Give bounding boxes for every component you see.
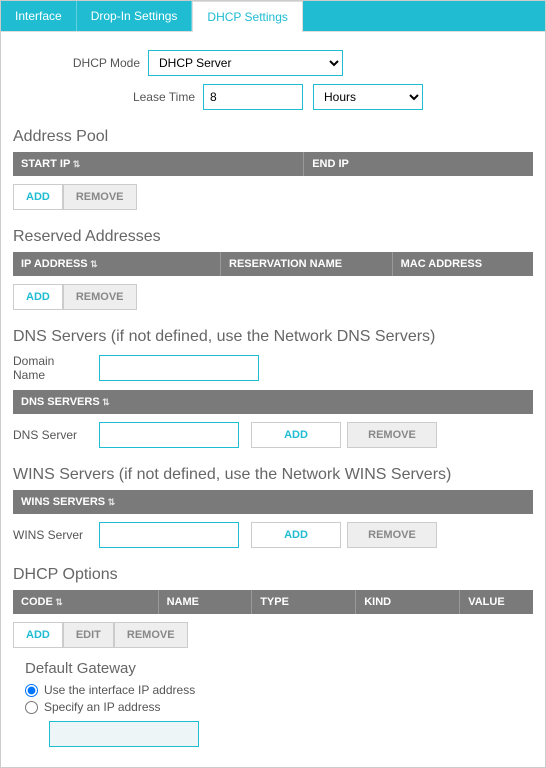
dns-add-button[interactable]: ADD <box>251 422 341 448</box>
options-header: CODE NAME TYPE KIND VALUE <box>13 590 533 614</box>
wins-servers-header-row: WINS SERVERS <box>13 490 533 514</box>
dns-servers-header-row: DNS SERVERS <box>13 390 533 414</box>
lease-time-unit-select[interactable]: Hours <box>313 84 423 110</box>
col-reservation-name: RESERVATION NAME <box>221 252 393 276</box>
options-edit-button[interactable]: EDIT <box>63 622 114 648</box>
lease-time-input[interactable] <box>203 84 303 110</box>
wins-server-label: WINS Server <box>13 528 93 542</box>
domain-name-label: Domain Name <box>13 354 93 382</box>
reserved-remove-button[interactable]: REMOVE <box>63 284 137 310</box>
gateway-specify-row[interactable]: Specify an IP address <box>25 700 533 714</box>
col-code[interactable]: CODE <box>13 590 159 614</box>
dns-remove-button[interactable]: REMOVE <box>347 422 437 448</box>
reserved-title: Reserved Addresses <box>13 228 533 246</box>
tab-dropin-settings[interactable]: Drop-In Settings <box>77 1 193 31</box>
gateway-use-interface-radio[interactable] <box>25 684 38 697</box>
dhcp-mode-select[interactable]: DHCP Server <box>148 50 343 76</box>
tab-interface[interactable]: Interface <box>1 1 77 31</box>
gateway-use-interface-row[interactable]: Use the interface IP address <box>25 683 533 697</box>
dns-server-label: DNS Server <box>13 428 93 442</box>
address-pool-title: Address Pool <box>13 128 533 146</box>
dhcp-mode-label: DHCP Mode <box>13 56 148 70</box>
address-pool-header: START IP END IP <box>13 152 533 176</box>
gateway-specify-radio[interactable] <box>25 701 38 714</box>
domain-name-input[interactable] <box>99 355 259 381</box>
dhcp-options-title: DHCP Options <box>13 566 533 584</box>
address-pool-remove-button[interactable]: REMOVE <box>63 184 137 210</box>
default-gateway-title: Default Gateway <box>25 660 533 677</box>
options-add-button[interactable]: ADD <box>13 622 63 648</box>
dns-title: DNS Servers (if not defined, use the Net… <box>13 328 533 346</box>
content-area: DHCP Mode DHCP Server Lease Time Hours A… <box>1 32 545 767</box>
reserved-header: IP ADDRESS RESERVATION NAME MAC ADDRESS <box>13 252 533 276</box>
col-kind: KIND <box>356 590 460 614</box>
col-ip-address[interactable]: IP ADDRESS <box>13 252 221 276</box>
tab-dhcp-settings[interactable]: DHCP Settings <box>192 1 302 32</box>
col-value: VALUE <box>460 590 533 614</box>
lease-time-label: Lease Time <box>123 90 203 104</box>
col-mac-address: MAC ADDRESS <box>393 252 533 276</box>
dns-server-input[interactable] <box>99 422 239 448</box>
col-start-ip[interactable]: START IP <box>13 152 304 176</box>
options-remove-button[interactable]: REMOVE <box>114 622 188 648</box>
dns-servers-header[interactable]: DNS SERVERS <box>13 390 533 414</box>
gateway-use-interface-label: Use the interface IP address <box>44 683 195 697</box>
col-name: NAME <box>159 590 253 614</box>
wins-add-button[interactable]: ADD <box>251 522 341 548</box>
col-type: TYPE <box>252 590 356 614</box>
tab-bar: Interface Drop-In Settings DHCP Settings <box>1 1 545 32</box>
gateway-ip-input[interactable] <box>49 721 199 747</box>
reserved-add-button[interactable]: ADD <box>13 284 63 310</box>
wins-remove-button[interactable]: REMOVE <box>347 522 437 548</box>
wins-servers-header[interactable]: WINS SERVERS <box>13 490 533 514</box>
wins-title: WINS Servers (if not defined, use the Ne… <box>13 466 533 484</box>
address-pool-add-button[interactable]: ADD <box>13 184 63 210</box>
gateway-specify-label: Specify an IP address <box>44 700 161 714</box>
wins-server-input[interactable] <box>99 522 239 548</box>
col-end-ip: END IP <box>304 152 533 176</box>
